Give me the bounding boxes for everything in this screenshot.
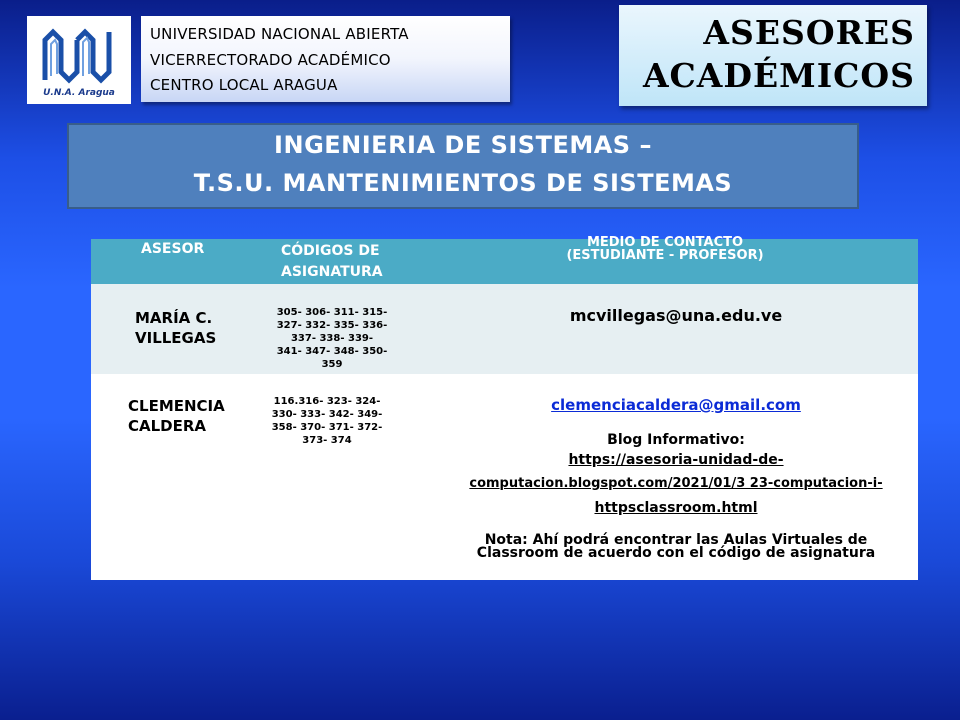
logo-caption: U.N.A. Aragua (43, 88, 115, 98)
advisors-title-line1: ASESORES (703, 13, 915, 52)
advisors-title-box: ASESORES ACADÉMICOS (619, 5, 927, 106)
table-header: ASESOR CÓDIGOS DE ASIGNATURA MEDIO DE CO… (91, 236, 918, 284)
table-row: CLEMENCIA CALDERA 116.316- 323- 324- 330… (91, 374, 918, 580)
codes-line: 359 (321, 359, 343, 370)
codes-line: 305- 306- 311- 315- (276, 307, 388, 318)
program-title-line2: T.S.U. MANTENIMIENTOS DE SISTEMAS (193, 169, 733, 197)
advisor-name: CLEMENCIA CALDERA (128, 396, 225, 436)
blog-link[interactable]: https://asesoria-unidad-de- computacion.… (436, 448, 916, 520)
blog-link-line[interactable]: https://asesoria-unidad-de- (436, 448, 916, 472)
codes-line: 373- 374 (302, 435, 352, 446)
blog-link-line[interactable]: computacion.blogspot.com/2021/01/3 23-co… (436, 472, 916, 496)
advisor-name-line1: MARÍA C. (135, 309, 213, 327)
table-row: MARÍA C. VILLEGAS 305- 306- 311- 315- 32… (91, 284, 918, 374)
university-info-box: UNIVERSIDAD NACIONAL ABIERTA VICERRECTOR… (141, 16, 510, 102)
note-text: Nota: Ahí podrá encontrar las Aulas Virt… (436, 533, 916, 561)
codes-line: 341- 347- 348- 350- (276, 346, 388, 357)
centro-local-label: CENTRO LOCAL ARAGUA (150, 76, 338, 94)
header-contact: MEDIO DE CONTACTO (ESTUDIANTE - PROFESOR… (536, 236, 794, 262)
subject-codes: 116.316- 323- 324- 330- 333- 342- 349- 3… (252, 395, 402, 447)
header-codes: CÓDIGOS DE ASIGNATURA (281, 241, 383, 283)
codes-line: 116.316- 323- 324- (273, 396, 381, 407)
advisors-table: ASESOR CÓDIGOS DE ASIGNATURA MEDIO DE CO… (91, 236, 918, 580)
codes-line: 327- 332- 335- 336- (276, 320, 388, 331)
header-codes-line2: ASIGNATURA (281, 264, 383, 280)
header-contact-line2: (ESTUDIANTE - PROFESOR) (566, 248, 764, 263)
una-logo: U.N.A. Aragua (27, 16, 131, 104)
codes-line: 358- 370- 371- 372- (271, 422, 383, 433)
email-text[interactable]: mcvillegas@una.edu.ve (436, 306, 916, 325)
contact-cell: clemenciacaldera@gmail.com Blog Informat… (436, 396, 916, 560)
header-advisor: ASESOR (141, 241, 205, 257)
advisor-name-line2: VILLEGAS (135, 329, 217, 347)
advisor-name-line2: CALDERA (128, 417, 207, 435)
program-banner: INGENIERIA DE SISTEMAS – T.S.U. MANTENIM… (67, 123, 859, 209)
subject-codes: 305- 306- 311- 315- 327- 332- 335- 336- … (257, 306, 407, 371)
email-link[interactable]: clemenciacaldera@gmail.com (436, 396, 916, 414)
blog-link-line[interactable]: httpsclassroom.html (436, 496, 916, 520)
program-title-line1: INGENIERIA DE SISTEMAS – (274, 131, 652, 159)
header-codes-line1: CÓDIGOS DE (281, 243, 380, 259)
advisor-name: MARÍA C. VILLEGAS (135, 308, 216, 348)
vicerrectorado-label: VICERRECTORADO ACADÉMICO (150, 51, 391, 69)
note-line: Classroom de acuerdo con el código de as… (476, 545, 876, 561)
codes-line: 337- 338- 339- (290, 333, 374, 344)
advisors-title-line2: ACADÉMICOS (642, 56, 915, 95)
advisor-name-line1: CLEMENCIA (128, 397, 225, 415)
university-name: UNIVERSIDAD NACIONAL ABIERTA (150, 25, 409, 43)
codes-line: 330- 333- 342- 349- (271, 409, 383, 420)
una-logo-icon (42, 28, 112, 84)
blog-label: Blog Informativo: (607, 432, 745, 448)
